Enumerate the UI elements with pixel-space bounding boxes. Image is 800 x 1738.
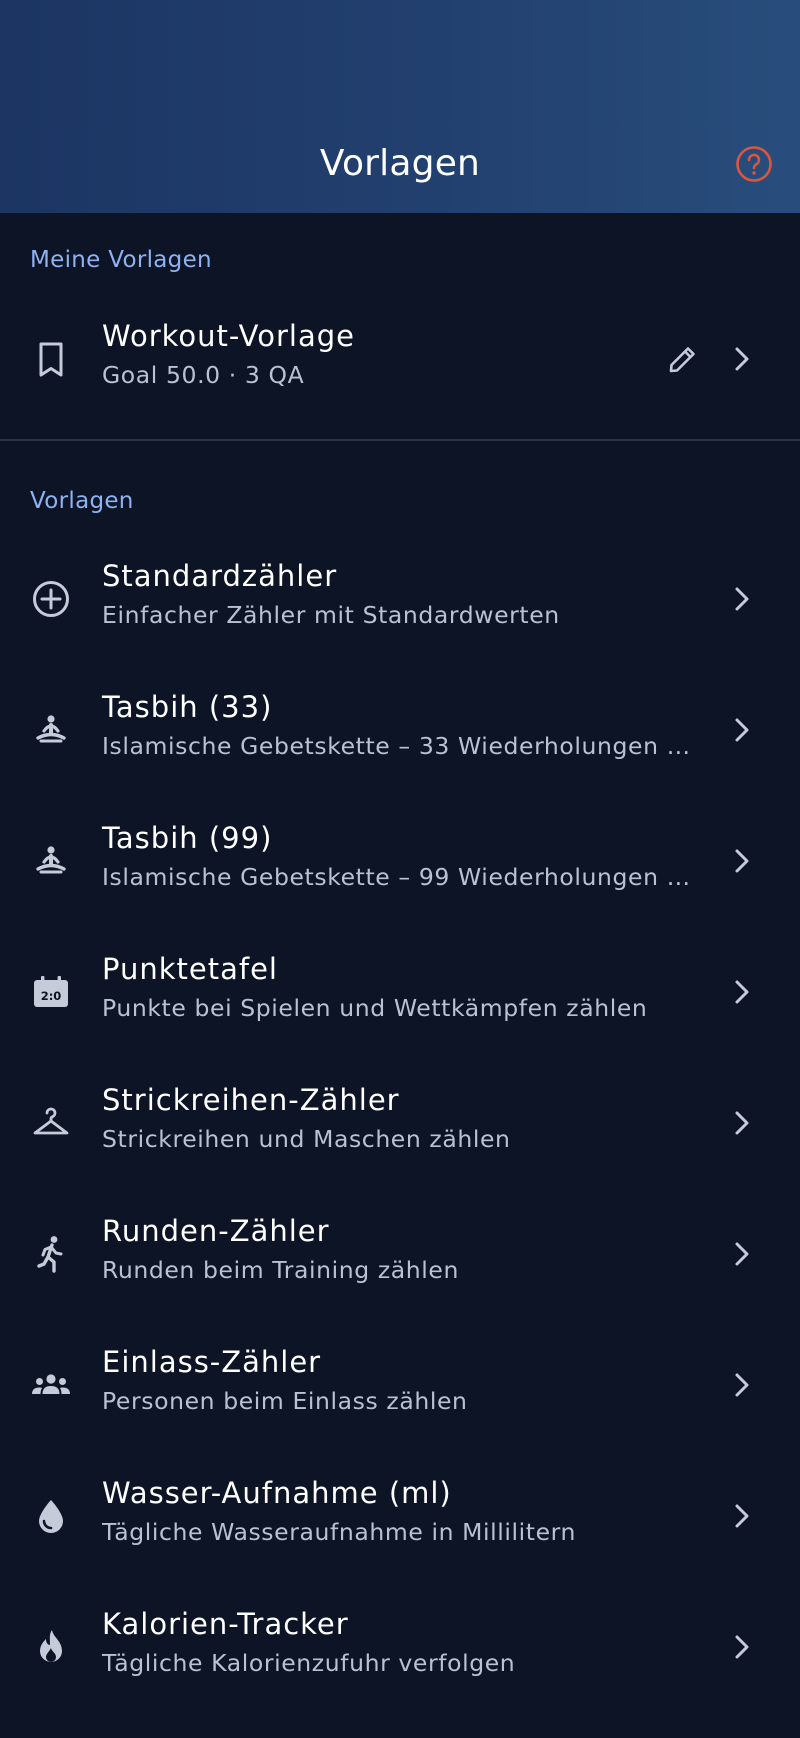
bookmark-icon — [30, 338, 72, 380]
list-item-subtitle: Personen beim Einlass zählen — [102, 1387, 468, 1415]
app-bar: Vorlagen — [0, 0, 800, 213]
list-item-title: Runden-Zähler — [102, 1214, 330, 1248]
list-item-subtitle: Goal 50.0 · 3 QA — [102, 361, 305, 389]
list-item-strickreihen-zaehler[interactable]: Strickreihen-Zähler Strickreihen und Mas… — [0, 1058, 800, 1189]
list-item-title: Strickreihen-Zähler — [102, 1083, 400, 1117]
list-item-title: Kalorien-Tracker — [102, 1607, 349, 1641]
list-item-title: Workout-Vorlage — [102, 319, 355, 353]
list-item-einlass-zaehler[interactable]: Einlass-Zähler Personen beim Einlass zäh… — [0, 1320, 800, 1451]
help-button[interactable] — [734, 144, 774, 184]
chevron-right-icon — [726, 714, 758, 746]
meditation-icon — [30, 709, 72, 751]
list-item-tasbih-99[interactable]: Tasbih (99) Islamische Gebetskette – 99 … — [0, 796, 800, 927]
chevron-right-icon — [726, 583, 758, 615]
add-circle-icon — [30, 578, 72, 620]
list-item-workout-vorlage[interactable]: Workout-Vorlage Goal 50.0 · 3 QA — [0, 294, 800, 425]
list-item-subtitle: Tägliche Kalorienzufuhr verfolgen — [102, 1649, 516, 1677]
group-icon — [30, 1364, 72, 1406]
list-item-title: Standardzähler — [102, 559, 338, 593]
list-item-subtitle: Tägliche Wasseraufnahme in Millilitern — [102, 1518, 577, 1546]
scoreboard-icon: 2:0 — [30, 971, 72, 1013]
section-label-my-templates: Meine Vorlagen — [30, 247, 212, 273]
list-item-subtitle: Strickreihen und Maschen zählen — [102, 1125, 511, 1153]
list-item-subtitle: Punkte bei Spielen und Wettkämpfen zähle… — [102, 994, 648, 1022]
list-item-title: Tasbih (99) — [102, 821, 273, 855]
chevron-right-icon — [726, 1107, 758, 1139]
meditation-icon — [30, 840, 72, 882]
list-item-standardzaehler[interactable]: Standardzähler Einfacher Zähler mit Stan… — [0, 534, 800, 665]
list-item-title: Einlass-Zähler — [102, 1345, 322, 1379]
list-item-title: Wasser-Aufnahme (ml) — [102, 1476, 452, 1510]
list-item-wasser-aufnahme[interactable]: Wasser-Aufnahme (ml) Tägliche Wasseraufn… — [0, 1451, 800, 1582]
flame-icon — [30, 1626, 72, 1668]
list-item-subtitle: Islamische Gebetskette – 33 Wiederholung… — [102, 732, 691, 760]
list-item-subtitle: Einfacher Zähler mit Standardwerten — [102, 601, 560, 629]
list-item-title: Tasbih (33) — [102, 690, 273, 724]
svg-text:2:0: 2:0 — [41, 989, 62, 1003]
help-circle-icon — [734, 144, 774, 184]
edit-icon[interactable] — [666, 342, 700, 376]
list-item-tasbih-33[interactable]: Tasbih (33) Islamische Gebetskette – 33 … — [0, 665, 800, 796]
water-drop-icon — [30, 1495, 72, 1537]
templates-screen: Vorlagen Meine Vorlagen Workout-Vorlage … — [0, 0, 800, 1738]
list-item-subtitle: Runden beim Training zählen — [102, 1256, 459, 1284]
chevron-right-icon — [726, 976, 758, 1008]
hanger-icon — [30, 1102, 72, 1144]
divider — [0, 439, 800, 441]
chevron-right-icon — [726, 1369, 758, 1401]
chevron-right-icon — [726, 845, 758, 877]
running-icon — [30, 1233, 72, 1275]
list-item-kalorien-tracker[interactable]: Kalorien-Tracker Tägliche Kalorienzufuhr… — [0, 1582, 800, 1713]
chevron-right-icon — [726, 1238, 758, 1270]
list-item-punktetafel[interactable]: 2:0 Punktetafel Punkte bei Spielen und W… — [0, 927, 800, 1058]
list-item-title: Punktetafel — [102, 952, 278, 986]
section-label-templates: Vorlagen — [30, 488, 134, 514]
chevron-right-icon — [726, 1500, 758, 1532]
list-item-subtitle: Islamische Gebetskette – 99 Wiederholung… — [102, 863, 691, 891]
chevron-right-icon — [726, 343, 758, 375]
page-title: Vorlagen — [319, 143, 481, 184]
chevron-right-icon — [726, 1631, 758, 1663]
list-item-runden-zaehler[interactable]: Runden-Zähler Runden beim Training zähle… — [0, 1189, 800, 1320]
